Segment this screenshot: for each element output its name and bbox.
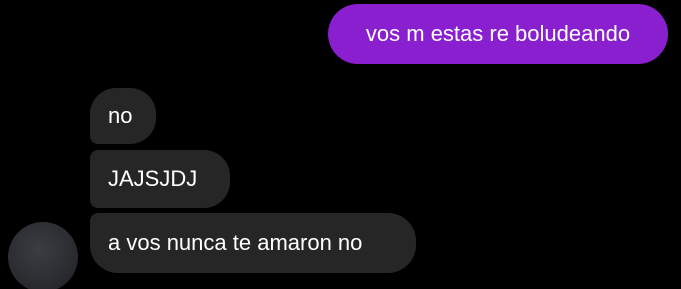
- message-text: vos m estas re boludeando: [365, 21, 631, 46]
- received-message-bubble[interactable]: JAJSJDJ: [90, 150, 230, 208]
- message-text: JAJSJDJ: [108, 166, 198, 191]
- message-text: a vos nunca te amaron no: [108, 230, 363, 255]
- sent-message-bubble[interactable]: vos m estas re boludeando: [328, 4, 668, 64]
- received-message-bubble[interactable]: a vos nunca te amaron no: [90, 213, 416, 273]
- chat-thread: vos m estas re boludeando no JAJSJDJ a v…: [0, 0, 681, 289]
- received-message-bubble[interactable]: no: [90, 88, 156, 144]
- message-text: no: [108, 103, 133, 128]
- avatar[interactable]: [8, 222, 78, 289]
